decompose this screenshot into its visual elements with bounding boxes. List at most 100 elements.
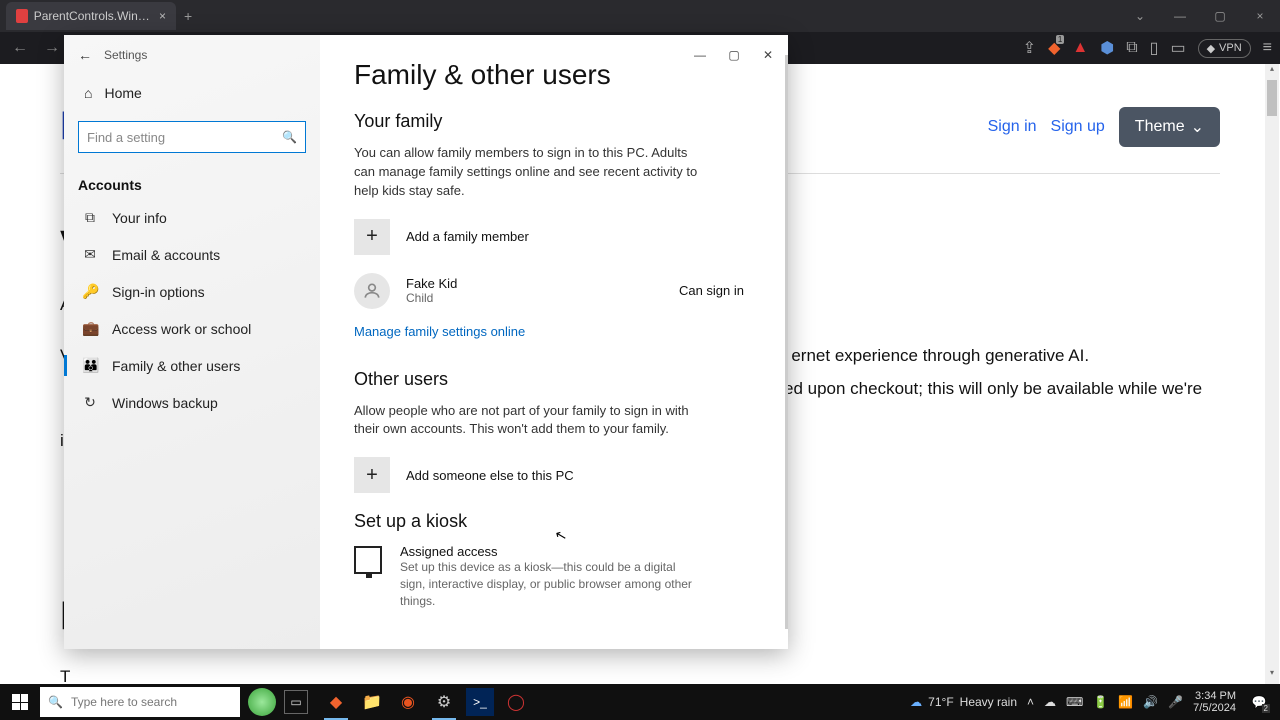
weather-temp: 71°F — [928, 695, 953, 709]
weather-icon: ☁ — [910, 695, 922, 709]
person-card-icon: ⧉ — [82, 209, 98, 226]
member-status: Can sign in — [679, 283, 754, 298]
body-text: T — [60, 663, 1220, 684]
tray-volume-icon[interactable]: 🔊 — [1143, 695, 1158, 709]
taskbar-app-recorder[interactable]: ◯ — [498, 684, 534, 720]
warning-icon[interactable]: ▲ — [1072, 39, 1088, 57]
page-scrollbar[interactable]: ▴ ▾ — [1265, 64, 1279, 684]
tray-wifi-icon[interactable]: 📶 — [1118, 695, 1133, 709]
settings-search[interactable]: 🔍 — [78, 121, 306, 153]
section-heading: Your family — [354, 111, 754, 132]
search-input[interactable] — [87, 130, 282, 145]
back-icon[interactable]: ← — [78, 47, 92, 63]
section-description: You can allow family members to sign in … — [354, 144, 704, 201]
content-scrollbar[interactable] — [785, 55, 788, 629]
weather-cond: Heavy rain — [960, 695, 1017, 709]
favicon-icon — [16, 9, 28, 23]
taskbar-search[interactable]: 🔍 Type here to search — [40, 687, 240, 717]
taskbar-app-explorer[interactable]: 📁 — [354, 684, 390, 720]
family-member-row[interactable]: Fake Kid Child Can sign in — [354, 273, 754, 309]
briefcase-icon: 💼 — [82, 320, 98, 337]
tray-keyboard-icon[interactable]: ⌨ — [1066, 695, 1083, 709]
taskbar-app-powershell[interactable]: >_ — [466, 688, 494, 716]
sidebar-item-family[interactable]: 👪 Family & other users — [64, 347, 320, 384]
kiosk-description: Set up this device as a kiosk—this could… — [400, 559, 700, 609]
taskview-icon[interactable]: ▭ — [284, 690, 308, 714]
sidebar-item-backup[interactable]: ↻ Windows backup — [64, 384, 320, 421]
sidebar-item-label: Your info — [112, 210, 167, 226]
signup-link[interactable]: Sign up — [1051, 118, 1105, 136]
panel-icon[interactable]: ▯ — [1150, 38, 1159, 58]
settings-window: — ▢ ✕ ← Settings ⌂ Home 🔍 Accounts ⧉ You… — [64, 35, 788, 649]
people-icon: 👪 — [82, 357, 98, 374]
notification-icon[interactable]: 💬2 — [1246, 689, 1272, 715]
clock-time: 3:34 PM — [1193, 690, 1236, 702]
start-button[interactable] — [0, 684, 40, 720]
chevron-down-icon[interactable]: ⌄ — [1120, 0, 1160, 32]
sidebar-item-work[interactable]: 💼 Access work or school — [64, 310, 320, 347]
add-label: Add a family member — [406, 229, 529, 244]
category-label: Accounts — [64, 163, 320, 199]
vpn-button[interactable]: ◆ VPN — [1198, 39, 1251, 58]
extension-icon[interactable]: ⧉ — [1126, 39, 1137, 57]
cortana-icon[interactable] — [248, 688, 276, 716]
nav-forward-icon[interactable]: → — [40, 36, 64, 60]
tray-onedrive-icon[interactable]: ☁ — [1044, 695, 1056, 709]
window-minimize-icon[interactable]: — — [1160, 0, 1200, 32]
taskbar-clock[interactable]: 3:34 PM 7/5/2024 — [1193, 690, 1236, 714]
section-heading: Other users — [354, 369, 754, 390]
window-close-icon[interactable]: × — [1240, 0, 1280, 32]
taskbar-app-settings[interactable]: ⚙ — [426, 684, 462, 720]
settings-content: Family & other users Your family You can… — [320, 35, 788, 649]
theme-button[interactable]: Theme ⌄ — [1119, 107, 1220, 147]
taskbar-app-brave[interactable]: ◆ — [318, 684, 354, 720]
menu-icon[interactable]: ≡ — [1263, 39, 1272, 57]
tray-chevron-icon[interactable]: ˄ — [1027, 695, 1034, 709]
page-title: Family & other users — [354, 59, 754, 91]
section-description: Allow people who are not part of your fa… — [354, 402, 704, 440]
shield-icon[interactable]: ◆1 — [1048, 38, 1060, 58]
browser-tab[interactable]: ParentControls.Win - PCW × — [6, 2, 176, 30]
home-icon: ⌂ — [84, 85, 92, 101]
sidebar-item-your-info[interactable]: ⧉ Your info — [64, 199, 320, 236]
add-label: Add someone else to this PC — [406, 468, 574, 483]
notif-badge: 2 — [1262, 704, 1270, 713]
tray-mic-icon[interactable]: 🎤 — [1168, 695, 1183, 709]
clock-date: 7/5/2024 — [1193, 702, 1236, 714]
search-placeholder: Type here to search — [71, 695, 177, 709]
tab-title: ParentControls.Win - PCW — [34, 9, 153, 23]
add-other-user[interactable]: + Add someone else to this PC — [354, 457, 754, 493]
plus-icon: + — [354, 457, 390, 493]
kiosk-option[interactable]: Assigned access Set up this device as a … — [354, 544, 754, 609]
home-nav[interactable]: ⌂ Home — [64, 75, 320, 111]
sidebar-item-label: Email & accounts — [112, 247, 220, 263]
weather-widget[interactable]: ☁ 71°F Heavy rain — [910, 695, 1017, 709]
signin-link[interactable]: Sign in — [988, 118, 1037, 136]
kiosk-title: Assigned access — [400, 544, 700, 559]
windows-icon — [12, 694, 28, 710]
scrollbar-thumb[interactable] — [1267, 80, 1277, 116]
settings-title: Settings — [104, 48, 147, 62]
share-icon[interactable]: ⇪ — [1023, 38, 1036, 58]
sync-icon: ↻ — [82, 394, 98, 411]
sidebar-item-email[interactable]: ✉ Email & accounts — [64, 236, 320, 273]
monitor-icon — [354, 546, 382, 574]
mail-icon: ✉ — [82, 246, 98, 263]
sidebar-item-label: Sign-in options — [112, 284, 205, 300]
new-tab-button[interactable]: + — [184, 8, 192, 24]
bitwarden-icon[interactable]: ⬢ — [1100, 38, 1114, 58]
sidebar-item-label: Access work or school — [112, 321, 251, 337]
manage-family-link[interactable]: Manage family settings online — [354, 324, 525, 339]
tray-battery-icon[interactable]: 🔋 — [1093, 695, 1108, 709]
system-tray: ☁ 71°F Heavy rain ˄ ☁ ⌨ 🔋 📶 🔊 🎤 3:34 PM … — [910, 689, 1280, 715]
reader-icon[interactable]: ▭ — [1170, 38, 1185, 58]
home-label: Home — [104, 85, 141, 101]
member-name: Fake Kid — [406, 276, 457, 291]
window-maximize-icon[interactable]: ▢ — [1200, 0, 1240, 32]
tab-close-icon[interactable]: × — [159, 9, 166, 23]
add-family-member[interactable]: + Add a family member — [354, 219, 754, 255]
taskbar-app-ubuntu[interactable]: ◉ — [390, 684, 426, 720]
section-heading: Set up a kiosk — [354, 511, 754, 532]
sidebar-item-signin[interactable]: 🔑 Sign-in options — [64, 273, 320, 310]
nav-back-icon[interactable]: ← — [8, 36, 32, 60]
